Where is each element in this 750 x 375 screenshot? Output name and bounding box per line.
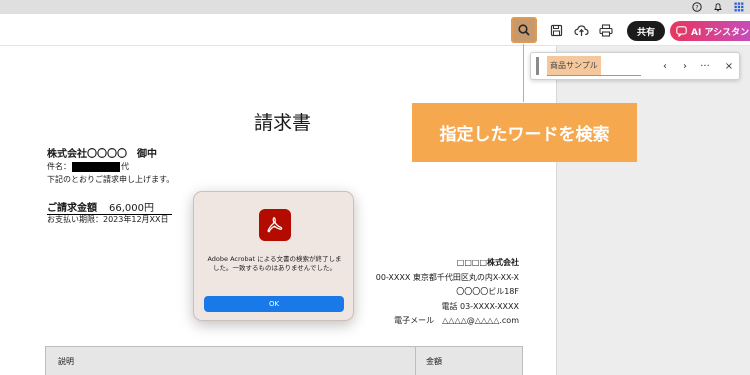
find-input[interactable]: 商品サンプル xyxy=(547,56,641,76)
find-close-button[interactable]: × xyxy=(719,61,739,72)
find-bar-drag-handle[interactable] xyxy=(536,57,539,75)
annotation-callout: 指定したワードを検索 xyxy=(412,103,637,162)
subject-line: 件名： 代 xyxy=(47,161,129,172)
find-query-text: 商品サンプル xyxy=(547,56,601,75)
issuer-block: □□□□株式会社 00-XXXX 東京都千代田区丸の内X-XX-X 〇〇〇〇ビル… xyxy=(376,256,519,329)
subject-suffix: 代 xyxy=(121,162,129,171)
ok-button[interactable]: OK xyxy=(204,296,344,312)
items-table-header: 説明 金額 xyxy=(45,346,523,375)
table-header-amount: 金額 xyxy=(426,357,442,366)
due-date: お支払い期限：2023年12月XX日 xyxy=(47,215,169,224)
cloud-upload-icon xyxy=(573,24,589,36)
search-result-dialog: Adobe Acrobat による文書の検索が終了しました。一致するものはありま… xyxy=(193,191,354,321)
issuer-phone: 電話 03-XXXX-XXXX xyxy=(441,301,519,311)
toolbar: 共有 AI アシスタント xyxy=(0,14,750,46)
ai-chat-icon xyxy=(676,25,687,37)
addressee: 株式会社〇〇〇〇 御中 xyxy=(47,149,157,160)
issuer-email: 電子メール △△△△@△△△△.com xyxy=(394,316,519,325)
document-title: 請求書 xyxy=(254,112,312,134)
search-icon xyxy=(518,24,530,36)
redaction-block xyxy=(72,161,120,172)
svg-text:?: ? xyxy=(695,4,698,11)
issuer-address-2: 〇〇〇〇ビル18F xyxy=(456,287,519,296)
callout-connector xyxy=(523,44,524,102)
top-icons: ? xyxy=(691,0,744,14)
ai-assistant-label: AI アシスタント xyxy=(691,27,750,38)
ai-assistant-button[interactable]: AI アシスタント xyxy=(670,21,750,41)
save-icon xyxy=(550,24,562,36)
table-header-description: 説明 xyxy=(58,357,74,366)
acrobat-logo-icon xyxy=(259,209,291,241)
notification-bell-icon[interactable] xyxy=(712,2,723,13)
table-column-divider xyxy=(415,347,416,375)
find-prev-button[interactable]: ‹ xyxy=(655,61,675,72)
help-icon[interactable]: ? xyxy=(691,2,702,13)
search-button[interactable] xyxy=(511,17,537,43)
issuer-name: □□□□株式会社 xyxy=(456,258,519,267)
find-next-button[interactable]: › xyxy=(675,61,695,72)
subject-prefix: 件名： xyxy=(47,162,71,171)
print-button[interactable] xyxy=(594,18,618,42)
dialog-message: Adobe Acrobat による文書の検索が終了しました。一致するものはありま… xyxy=(207,255,342,272)
find-more-options-button[interactable]: ··· xyxy=(695,61,715,72)
printer-icon xyxy=(599,23,613,37)
amount-label: ご請求金額 xyxy=(47,203,97,214)
share-button[interactable]: 共有 xyxy=(627,21,665,41)
system-bar: ? xyxy=(0,0,750,14)
find-bar: 商品サンプル ‹ › ··· × xyxy=(530,52,740,80)
save-button[interactable] xyxy=(544,18,568,42)
right-side-panel xyxy=(557,46,750,375)
amount-value: 66,000円 xyxy=(109,203,154,214)
intro-text: 下記のとおりご請求申し上げます。 xyxy=(47,175,175,184)
amount-line: ご請求金額 66,000円 xyxy=(47,199,172,215)
upload-cloud-button[interactable] xyxy=(569,18,593,42)
apps-grid-icon[interactable] xyxy=(733,2,744,13)
issuer-address-1: 00-XXXX 東京都千代田区丸の内X-XX-X xyxy=(375,272,519,282)
